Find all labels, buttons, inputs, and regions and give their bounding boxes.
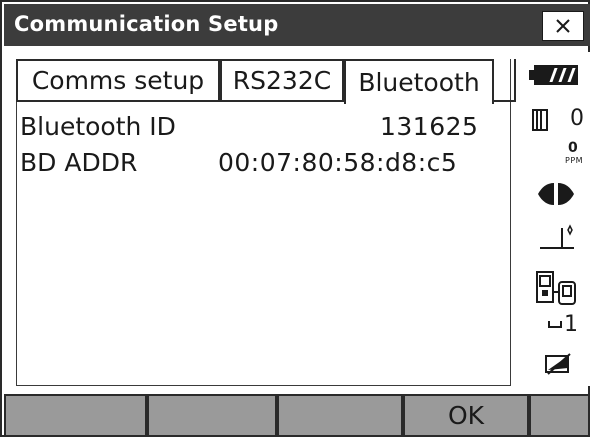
- ppm-value: 0: [568, 140, 578, 156]
- status-sidebar: 0 0 PPM 1: [518, 52, 590, 386]
- communication-icon[interactable]: [535, 270, 577, 306]
- window-title: Communication Setup: [14, 12, 279, 36]
- bd-addr-row: BD ADDR 00:07:80:58:d8:c5: [20, 148, 490, 180]
- tab-rs232c[interactable]: RS232C: [220, 59, 344, 102]
- softkey-1[interactable]: [4, 394, 147, 437]
- softkey-3[interactable]: [277, 394, 403, 437]
- battery-icon[interactable]: [534, 65, 578, 85]
- tab-content-panel: [16, 59, 511, 386]
- prism-icon[interactable]: [532, 109, 548, 131]
- softkey-bar: OK: [4, 394, 590, 437]
- face-icon[interactable]: [548, 315, 562, 329]
- softkey-5[interactable]: [529, 394, 590, 437]
- tilt-icon[interactable]: [538, 222, 578, 252]
- prism-constant-value: 0: [570, 106, 584, 131]
- tab-comms-setup[interactable]: Comms setup: [16, 59, 220, 102]
- tab-bluetooth[interactable]: Bluetooth: [344, 59, 494, 104]
- bd-addr-value: 00:07:80:58:d8:c5: [218, 148, 458, 177]
- input-mode-icon[interactable]: [544, 352, 572, 376]
- tab-strip-edge: [514, 59, 516, 102]
- bluetooth-id-value: 131625: [380, 112, 479, 141]
- softkey-2[interactable]: [147, 394, 277, 437]
- bluetooth-id-label: Bluetooth ID: [20, 112, 176, 141]
- ppm-label: PPM: [565, 156, 584, 165]
- close-icon: [556, 19, 570, 33]
- title-bar: Communication Setup: [4, 4, 590, 46]
- close-button[interactable]: [542, 11, 584, 41]
- tab-strip: Comms setup RS232C Bluetooth: [16, 59, 516, 104]
- laser-icon[interactable]: [536, 182, 576, 206]
- window: Communication Setup Comms setup RS232C B…: [0, 0, 590, 437]
- bd-addr-label: BD ADDR: [20, 148, 138, 177]
- face-value: 1: [564, 312, 578, 337]
- bluetooth-id-row: Bluetooth ID 131625: [20, 112, 490, 144]
- tab-strip-divider: [494, 100, 516, 102]
- ok-button[interactable]: OK: [403, 394, 529, 437]
